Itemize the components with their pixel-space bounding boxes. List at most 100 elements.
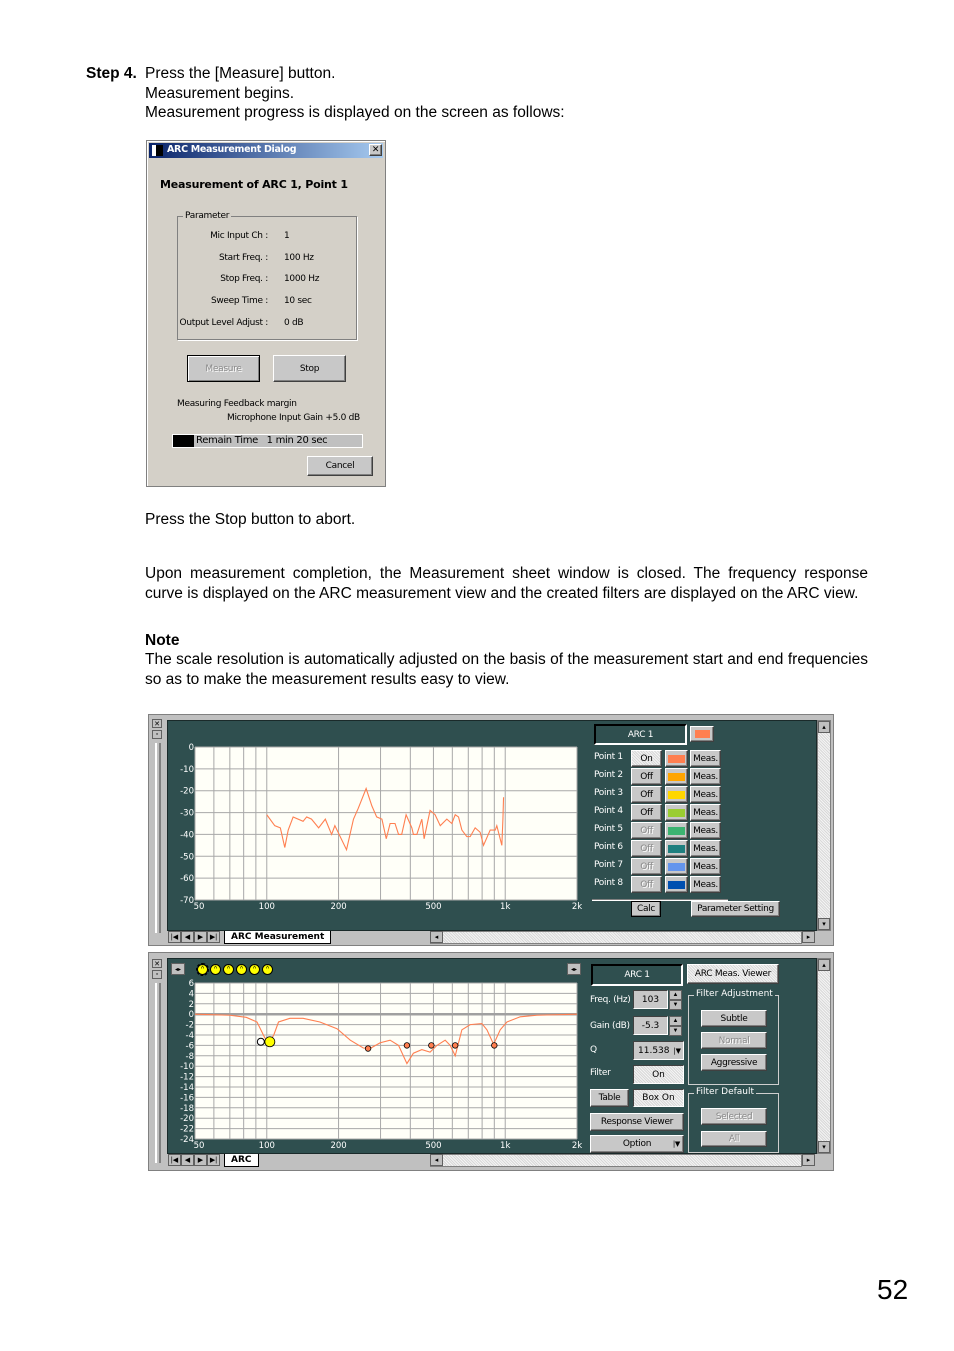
param-label: Start Freq. : bbox=[219, 252, 268, 263]
point-color-button[interactable] bbox=[665, 750, 688, 767]
close-icon[interactable]: ✕ bbox=[152, 959, 162, 968]
tab-arc[interactable]: ARC bbox=[224, 1154, 259, 1167]
next-sheet-icon[interactable]: ▶ bbox=[194, 931, 207, 943]
filter-default-label: Filter Default bbox=[694, 1087, 757, 1097]
scroll-left-icon[interactable]: ◂ bbox=[430, 931, 443, 943]
point-toggle-button[interactable]: Off bbox=[631, 840, 662, 857]
splitter-handle[interactable] bbox=[155, 743, 161, 933]
arc-meas-viewer-button[interactable]: ARC Meas. Viewer bbox=[687, 964, 779, 984]
point-color-button[interactable] bbox=[665, 858, 688, 875]
horizontal-scrollbar[interactable] bbox=[430, 1154, 802, 1167]
y-tick-label: -40 bbox=[180, 830, 194, 840]
vertical-scrollbar[interactable]: ▴ ▾ bbox=[817, 958, 831, 1154]
q-value: 11.538 bbox=[638, 1045, 670, 1056]
filter-toggle[interactable]: On bbox=[633, 1065, 684, 1084]
point-toggle-button[interactable]: Off bbox=[631, 822, 662, 839]
param-label: Output Level Adjust : bbox=[179, 317, 269, 328]
tab-arc-measurement[interactable]: ARC Measurement bbox=[224, 931, 332, 944]
response-viewer-button[interactable]: Response Viewer bbox=[590, 1113, 684, 1131]
first-sheet-icon[interactable]: |◀ bbox=[168, 931, 181, 943]
cancel-button[interactable]: Cancel bbox=[307, 456, 373, 476]
freq-up-icon[interactable]: ▲ bbox=[669, 990, 682, 1000]
point-toggle-button[interactable]: Off bbox=[631, 804, 662, 821]
stop-button[interactable]: Stop bbox=[273, 355, 346, 382]
freq-down-icon[interactable]: ▼ bbox=[669, 1000, 682, 1010]
arc-color-button[interactable] bbox=[690, 726, 714, 742]
point-color-button[interactable] bbox=[665, 804, 688, 821]
param-value: 100 Hz bbox=[284, 252, 314, 263]
restore-icon[interactable]: ▫ bbox=[152, 970, 162, 979]
point-toggle-button[interactable]: Off bbox=[631, 858, 662, 875]
point-measure-button[interactable]: Meas. bbox=[690, 840, 721, 857]
next-sheet-icon[interactable]: ▶ bbox=[194, 1154, 207, 1166]
scroll-right-icon[interactable]: ▸ bbox=[802, 931, 815, 943]
point-label: Point 2 bbox=[594, 770, 623, 780]
scroll-down-icon[interactable]: ▾ bbox=[818, 1141, 830, 1153]
scroll-right-icon[interactable]: ▸ bbox=[802, 1154, 815, 1166]
prev-sheet-icon[interactable]: ◀ bbox=[181, 931, 194, 943]
filter-marker bbox=[428, 1042, 435, 1049]
scroll-up-icon[interactable]: ▴ bbox=[818, 721, 830, 733]
point-measure-button[interactable]: Meas. bbox=[690, 768, 721, 785]
point-color-button[interactable] bbox=[665, 822, 688, 839]
scroll-up-icon[interactable]: ▴ bbox=[818, 959, 830, 971]
step-label: Step 4. bbox=[86, 65, 137, 82]
x-tick-label: 100 bbox=[259, 902, 275, 912]
point-toggle-button[interactable]: Off bbox=[631, 768, 662, 785]
calc-button[interactable]: Calc bbox=[631, 901, 661, 917]
option-label: Option bbox=[622, 1139, 652, 1149]
last-sheet-icon[interactable]: ▶| bbox=[207, 931, 220, 943]
horizontal-scrollbar[interactable] bbox=[430, 931, 802, 944]
point-label: Point 7 bbox=[594, 860, 623, 870]
point-measure-button[interactable]: Meas. bbox=[690, 786, 721, 803]
point-color-button[interactable] bbox=[665, 876, 688, 893]
normal-button[interactable]: Normal bbox=[701, 1032, 767, 1049]
first-sheet-icon[interactable]: |◀ bbox=[168, 1154, 181, 1166]
prev-sheet-icon[interactable]: ◀ bbox=[181, 1154, 194, 1166]
step-line: Measurement begins. bbox=[145, 84, 295, 102]
vertical-scrollbar[interactable]: ▴ ▾ bbox=[817, 720, 831, 931]
point-toggle-button[interactable]: On bbox=[631, 750, 662, 767]
dropdown-arrow-icon[interactable]: |▼ bbox=[673, 1047, 681, 1055]
gain-down-icon[interactable]: ▼ bbox=[669, 1026, 682, 1036]
close-button[interactable]: ✕ bbox=[369, 144, 382, 156]
splitter-handle[interactable] bbox=[155, 983, 161, 1163]
gain-input[interactable]: -5.3 bbox=[633, 1016, 668, 1035]
arc-measurement-window: ✕ ▫ 0 -10 -20 -30 -40 -50 -60 -70 50 100 200 500 1k 2… bbox=[148, 714, 834, 946]
x-tick-label: 500 bbox=[425, 902, 441, 912]
last-sheet-icon[interactable]: ▶| bbox=[207, 1154, 220, 1166]
filter-adjustment-group: Filter Adjustment Subtle Normal Aggressi… bbox=[688, 989, 779, 1085]
point-measure-button[interactable]: Meas. bbox=[690, 750, 721, 767]
point-measure-button[interactable]: Meas. bbox=[690, 858, 721, 875]
point-color-button[interactable] bbox=[665, 840, 688, 857]
q-select[interactable]: 11.538 |▼ bbox=[633, 1041, 684, 1060]
freq-input[interactable]: 103 bbox=[633, 990, 668, 1009]
scroll-left-icon[interactable]: ◂ bbox=[430, 1154, 443, 1166]
arc-label: ARC 1 bbox=[627, 729, 654, 740]
point-color-button[interactable] bbox=[665, 786, 688, 803]
point-measure-button[interactable]: Meas. bbox=[690, 822, 721, 839]
table-button[interactable]: Table bbox=[590, 1089, 629, 1107]
restore-icon[interactable]: ▫ bbox=[152, 730, 162, 739]
all-button[interactable]: All bbox=[701, 1131, 767, 1147]
close-icon[interactable]: ✕ bbox=[152, 719, 162, 728]
scroll-down-icon[interactable]: ▾ bbox=[818, 918, 830, 930]
point-measure-button[interactable]: Meas. bbox=[690, 804, 721, 821]
point-toggle-button[interactable]: Off bbox=[631, 876, 662, 893]
y-tick-label: -30 bbox=[180, 809, 194, 819]
measure-button[interactable]: Measure bbox=[187, 355, 260, 382]
arc-label: ARC 1 bbox=[624, 970, 650, 980]
aggressive-button[interactable]: Aggressive bbox=[701, 1054, 767, 1071]
arc-measurement-dialog: ARC Measurement Dialog ✕ Measurement of … bbox=[146, 140, 386, 487]
point-color-button[interactable] bbox=[665, 768, 688, 785]
point-measure-button[interactable]: Meas. bbox=[690, 876, 721, 893]
box-on-toggle[interactable]: Box On bbox=[633, 1089, 684, 1107]
point-toggle-button[interactable]: Off bbox=[631, 786, 662, 803]
parameter-setting-button[interactable]: Parameter Setting bbox=[691, 901, 780, 917]
selected-button[interactable]: Selected bbox=[701, 1108, 767, 1125]
option-button[interactable]: Option |▼ bbox=[590, 1135, 684, 1153]
subtle-button[interactable]: Subtle bbox=[701, 1010, 767, 1027]
gain-up-icon[interactable]: ▲ bbox=[669, 1016, 682, 1026]
y-tick-label: -10 bbox=[180, 1062, 194, 1072]
dropdown-arrow-icon: |▼ bbox=[672, 1140, 680, 1148]
